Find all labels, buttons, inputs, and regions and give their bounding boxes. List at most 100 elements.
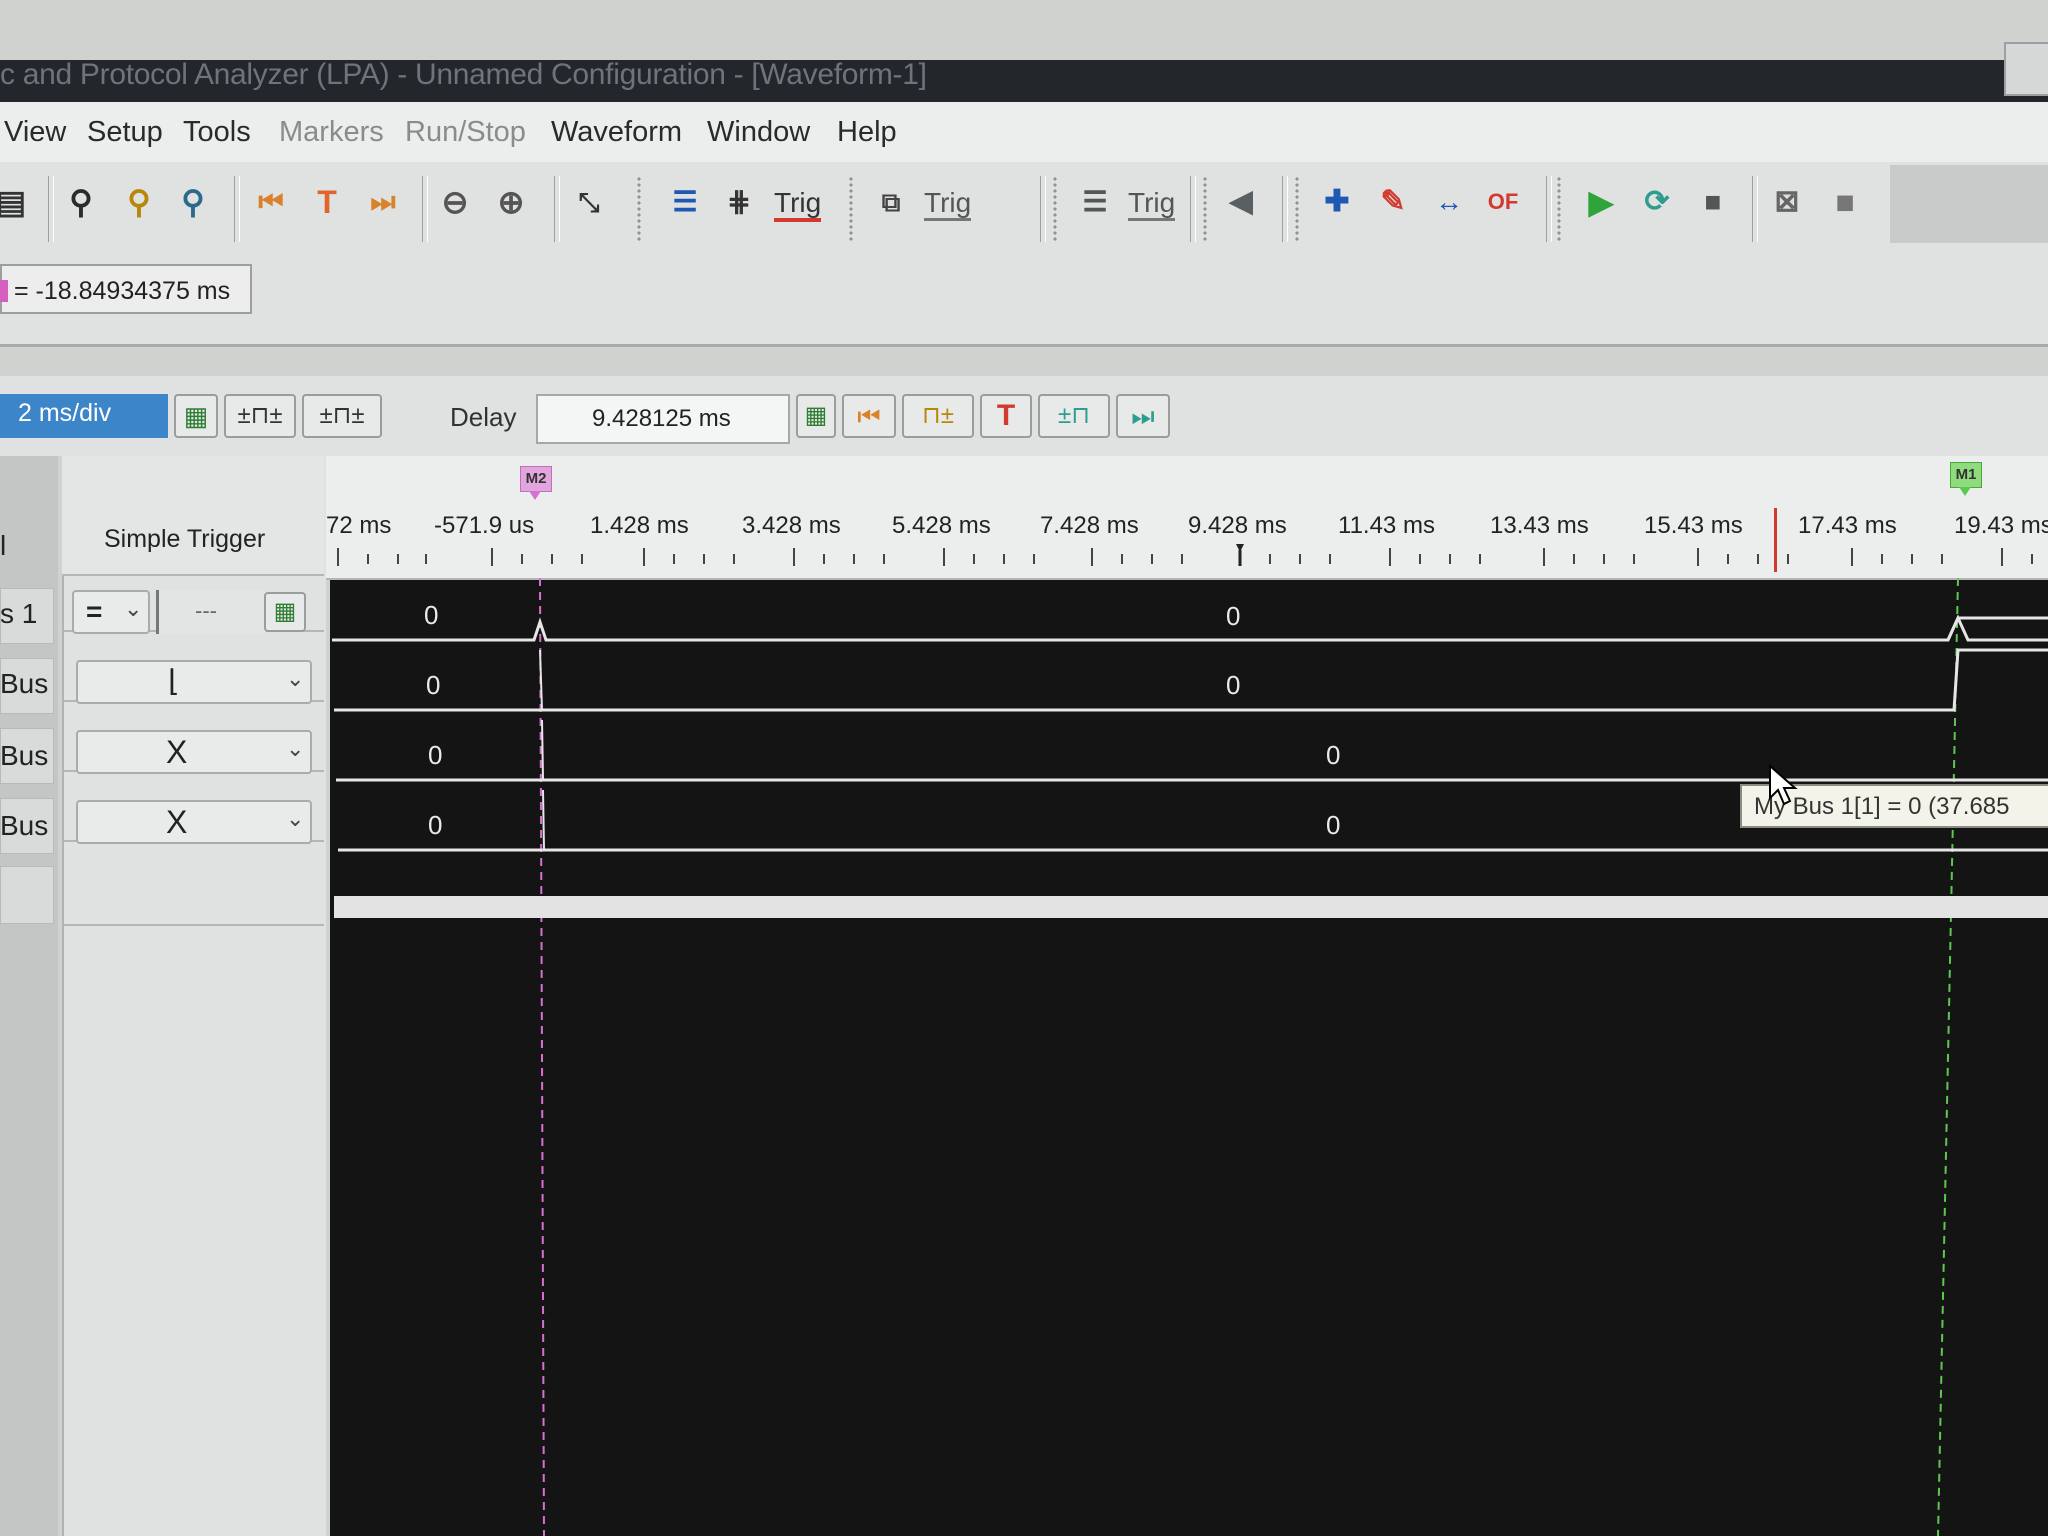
zoom-in-icon[interactable]: ⊕ <box>492 182 530 222</box>
run-repetitive-icon[interactable]: ⟳ <box>1638 182 1676 222</box>
toolbar-separator <box>554 176 560 242</box>
trigger-operator-select[interactable]: = ⌄ <box>72 590 150 634</box>
trigger-value-field[interactable]: --- <box>156 590 266 634</box>
list-next-icon[interactable]: ☰ <box>1076 182 1114 222</box>
toolbar-separator <box>1282 176 1288 242</box>
marker-off-label: OF <box>1487 189 1519 214</box>
menu-markers[interactable]: Markers <box>279 116 384 149</box>
marker-m1-label: M1 <box>1955 466 1977 483</box>
marker-m1-flag[interactable]: M1 <box>1950 462 1982 488</box>
run-icon[interactable]: ▶ <box>1582 182 1620 222</box>
find-prev-edge-icon[interactable]: ☰ <box>666 182 704 222</box>
group-icon[interactable]: ⧉ <box>872 182 910 222</box>
trigger-dont-care-value: X <box>166 804 188 840</box>
zoom-out-time-button[interactable]: ±⊓± <box>302 394 382 438</box>
menu-setup[interactable]: Setup <box>87 116 163 149</box>
window-tile-icon[interactable]: ■ <box>1826 182 1864 222</box>
delay-previous-button[interactable]: ⊓± <box>902 394 974 438</box>
trigger-dont-care-select[interactable]: X ⌄ <box>76 800 312 844</box>
marker-off-icon[interactable]: OF <box>1484 182 1522 222</box>
pulse-wide-icon: ±⊓± <box>319 402 365 429</box>
marker-color-swatch <box>0 280 8 302</box>
ruler-tick-label: 1.428 ms <box>590 512 689 539</box>
delay-calculator-button[interactable]: ▦ <box>796 394 836 438</box>
print-icon[interactable]: ▤ <box>0 182 30 222</box>
calculator-icon: ▦ <box>273 598 297 625</box>
ruler-tick-label: 17.43 ms <box>1798 512 1897 539</box>
window-control-button[interactable] <box>2004 42 2048 96</box>
calculator-icon: ▦ <box>804 402 828 429</box>
zoom-out-icon[interactable]: ⊖ <box>436 182 474 222</box>
toolbar-separator <box>1546 176 1552 242</box>
find-icon[interactable]: ⚲ <box>62 182 100 222</box>
toolbar-separator <box>48 176 54 242</box>
close-window-icon[interactable]: ⊠ <box>1768 182 1806 222</box>
delay-to-start-button[interactable]: ⏮ <box>842 394 896 438</box>
trigger-calculator-button[interactable]: ▦ <box>264 592 306 632</box>
trigger-dont-care-select[interactable]: X ⌄ <box>76 730 312 774</box>
trigger-edge-select[interactable]: ⌊ ⌄ <box>76 660 312 704</box>
ruler-ticks <box>337 544 2033 566</box>
trigger-column-header <box>62 456 324 576</box>
trig-button-3[interactable]: Trig <box>1128 188 1176 221</box>
find-previous-icon[interactable]: ⚲ <box>120 182 158 222</box>
menu-tools[interactable]: Tools <box>183 116 251 149</box>
trigger-mode-title: Simple Trigger <box>104 525 266 553</box>
delay-next-button[interactable]: ±⊓ <box>1038 394 1110 438</box>
marker-interval-icon[interactable]: ↔ <box>1430 182 1468 222</box>
signal-2-value-a: 0 <box>426 670 441 700</box>
signal-name-4: Bus <box>0 810 49 841</box>
menu-window[interactable]: Window <box>707 116 810 149</box>
toolbar-grip[interactable] <box>636 176 642 242</box>
stop-icon[interactable]: ■ <box>1694 182 1732 222</box>
menu-waveform[interactable]: Waveform <box>551 116 682 149</box>
timebase-calculator-button[interactable]: ▦ <box>174 394 218 438</box>
toolbar-grip[interactable] <box>848 176 854 242</box>
signal-name-cell-empty[interactable] <box>0 866 54 924</box>
zoom-in-time-button[interactable]: ±⊓± <box>224 394 296 438</box>
toolbar-grip[interactable] <box>1052 176 1058 242</box>
ruler-tick-label: 72 ms <box>326 512 392 539</box>
trig-button-2[interactable]: Trig <box>924 188 972 221</box>
menu-view[interactable]: View <box>4 116 66 149</box>
go-to-start-icon[interactable]: ⏮ <box>252 182 290 222</box>
toolbar-empty-area <box>1890 165 2048 243</box>
trig-button[interactable]: Trig <box>774 188 822 222</box>
marker-m1-pointer-icon <box>1959 487 1971 496</box>
toolbar-grip[interactable] <box>1556 176 1562 242</box>
ruler-tick-label: 9.428 ms <box>1188 512 1287 539</box>
go-to-trigger-icon[interactable]: T <box>308 182 346 222</box>
find-next-icon[interactable]: ⚲ <box>174 182 212 222</box>
delay-to-end-button[interactable]: ⏭ <box>1116 394 1170 438</box>
marker-m2-pointer-icon <box>529 491 541 500</box>
marker-m2-flag[interactable]: M2 <box>520 466 552 492</box>
signal-2-value-b: 0 <box>1226 670 1241 700</box>
signal-4-value-b: 0 <box>1326 810 1341 840</box>
signal-name-3: Bus <box>0 740 49 771</box>
signal-4-value-a: 0 <box>428 810 443 840</box>
chevron-down-icon: ⌄ <box>286 666 305 691</box>
ruler-tick-label: 19.43 ms <box>1954 512 2048 539</box>
menu-help[interactable]: Help <box>837 116 897 149</box>
toolbar-grip[interactable] <box>1294 176 1300 242</box>
menu-run-stop[interactable]: Run/Stop <box>405 116 526 149</box>
go-to-end-icon[interactable]: ⏭ <box>364 182 402 222</box>
delay-to-trigger-button[interactable]: T <box>980 394 1032 438</box>
chevron-down-icon: ⌄ <box>124 596 143 621</box>
speaker-icon[interactable]: ◀ <box>1222 182 1260 222</box>
edge-list-icon[interactable]: ⋕ <box>720 182 758 222</box>
overlay-icon[interactable]: ⤡ <box>570 182 608 222</box>
move-marker-icon[interactable]: ✎ <box>1374 182 1412 222</box>
ruler-tick-label: 3.428 ms <box>742 512 841 539</box>
next-pulse-icon: ±⊓ <box>1058 402 1090 429</box>
chevron-down-icon: ⌄ <box>286 736 305 761</box>
toolbar-grip[interactable] <box>1202 176 1208 242</box>
marker-m2-label: M2 <box>525 470 547 487</box>
window-title: c and Protocol Analyzer (LPA) - Unnamed … <box>0 58 927 91</box>
ruler-tick-label: 11.43 ms <box>1338 512 1435 539</box>
trigger-position-indicator <box>1774 508 1777 572</box>
signal-1-value-b: 0 <box>1226 601 1241 631</box>
mouse-cursor-icon <box>1769 764 1798 806</box>
add-marker-icon[interactable]: ✚ <box>1318 182 1356 222</box>
previous-pulse-icon: ⊓± <box>922 402 954 429</box>
